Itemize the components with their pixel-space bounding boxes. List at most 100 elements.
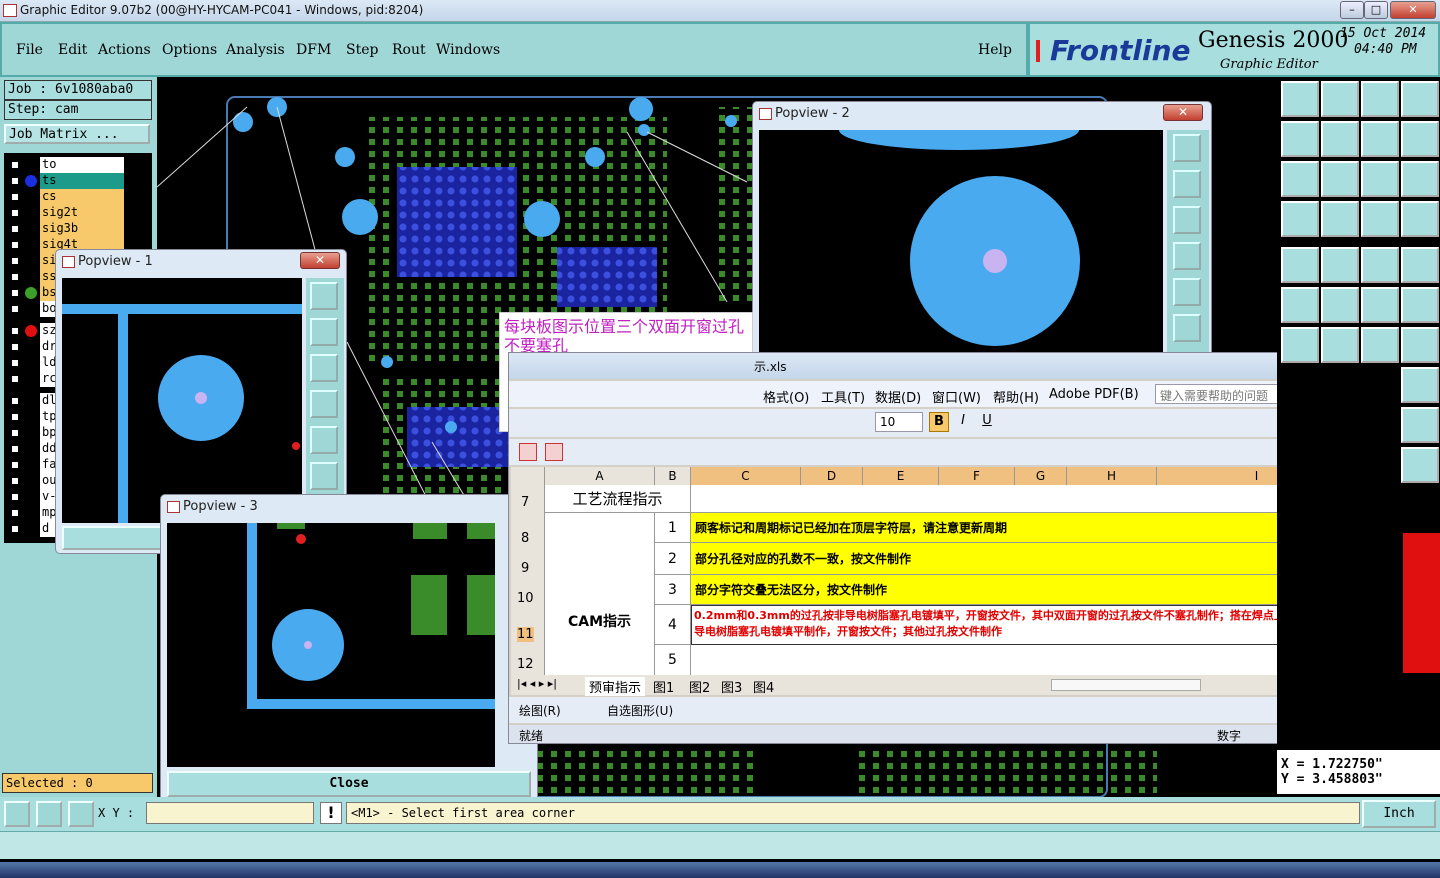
help-icon[interactable] <box>1401 161 1439 197</box>
layer-checkbox[interactable] <box>10 492 20 502</box>
excel-menu-help[interactable]: 帮助(H) <box>993 387 1039 406</box>
row-number[interactable]: 8 <box>521 531 529 546</box>
col-header-f[interactable]: F <box>939 467 1015 485</box>
sheet-tab-fig2[interactable]: 图2 <box>689 677 710 696</box>
layers-alt-icon[interactable] <box>1401 201 1439 237</box>
chart-icon[interactable] <box>1401 447 1439 483</box>
zoom-out-icon[interactable] <box>1321 81 1359 117</box>
layer-checkbox[interactable] <box>10 256 20 266</box>
layer-checkbox[interactable] <box>10 358 20 368</box>
table-row[interactable]: 顾客标记和周期标记已经加在顶层字符层，请注意更新周期 <box>691 513 1357 543</box>
sheet-tab-preview[interactable]: 预审指示 <box>585 677 646 696</box>
menu-dfm[interactable]: DFM <box>296 42 331 58</box>
maximize-button[interactable]: □ <box>1364 1 1388 19</box>
command-line[interactable] <box>0 831 1440 859</box>
xy-input[interactable] <box>146 802 314 824</box>
pan-right-icon[interactable] <box>1321 121 1359 157</box>
col-header-h[interactable]: H <box>1067 467 1157 485</box>
scale-icon[interactable] <box>1361 161 1399 197</box>
connect-icon[interactable] <box>1281 287 1319 323</box>
zoom-area-icon[interactable] <box>4 801 30 827</box>
col-header-d[interactable]: D <box>801 467 863 485</box>
menu-analysis[interactable]: Analysis <box>226 42 285 58</box>
row-number[interactable]: 12 <box>517 657 534 672</box>
menu-windows[interactable]: Windows <box>436 42 500 58</box>
pan-left-icon[interactable] <box>310 390 338 418</box>
point-icon[interactable] <box>1401 247 1439 283</box>
layer-checkbox[interactable] <box>10 524 20 534</box>
pan-left-icon[interactable] <box>1281 121 1319 157</box>
cell-index[interactable]: 2 <box>655 543 691 575</box>
measure-icon[interactable] <box>36 801 62 827</box>
layer-checkbox[interactable] <box>10 476 20 486</box>
minimize-button[interactable]: – <box>1340 1 1364 19</box>
center-icon[interactable] <box>1321 161 1359 197</box>
fit-icon[interactable] <box>1281 161 1319 197</box>
shape-icon[interactable] <box>1401 367 1439 403</box>
zoom-fit-icon[interactable] <box>1173 134 1201 162</box>
sheet-tab-fig4[interactable]: 图4 <box>753 677 774 696</box>
layer-row[interactable]: cs <box>8 189 124 205</box>
menu-edit[interactable]: Edit <box>58 42 87 58</box>
excel-menu-window[interactable]: 窗口(W) <box>932 387 981 406</box>
popview-2-close-icon[interactable]: ✕ <box>1163 104 1203 121</box>
horizontal-scrollbar[interactable] <box>1051 679 1201 691</box>
pdf-email-icon[interactable] <box>545 443 563 461</box>
layer-checkbox[interactable] <box>10 224 20 234</box>
undo-icon[interactable] <box>1361 121 1399 157</box>
cell-index[interactable]: 3 <box>655 575 691 605</box>
menu-help[interactable]: Help <box>978 42 1012 58</box>
pan-left-icon[interactable] <box>1173 242 1201 270</box>
popview-2-canvas[interactable] <box>759 130 1163 370</box>
layer-checkbox[interactable] <box>10 342 20 352</box>
excel-menu-adobe-pdf[interactable]: Adobe PDF(B) <box>1049 387 1139 402</box>
layer-checkbox[interactable] <box>10 460 20 470</box>
cell-index[interactable]: 1 <box>655 513 691 543</box>
layer-checkbox[interactable] <box>10 240 20 250</box>
col-header-a[interactable]: A <box>545 467 655 485</box>
sheet-nav-icon[interactable]: |◂ ◂ ▸ ▸| <box>517 677 557 690</box>
window-icon[interactable] <box>1401 81 1439 117</box>
layer-checkbox[interactable] <box>10 412 20 422</box>
layer-row[interactable]: sig2t <box>8 205 124 221</box>
zoom-home-icon[interactable] <box>1281 81 1319 117</box>
col-header-b[interactable]: B <box>655 467 691 485</box>
layer-checkbox[interactable] <box>10 288 20 298</box>
pan-right-icon[interactable] <box>1173 278 1201 306</box>
spreadsheet-grid[interactable]: A B C D E F G H I 7 8 9 10 11 12 工艺流程指示 … <box>511 467 1373 683</box>
edit-icon[interactable] <box>1321 327 1359 363</box>
table-row[interactable]: 部分字符交叠无法区分，按文件制作 <box>691 575 1357 605</box>
arrow-icon[interactable] <box>1401 287 1439 323</box>
row-number[interactable]: 7 <box>521 495 529 510</box>
autoshape-menu[interactable]: 自选图形(U) <box>607 702 673 719</box>
layer-checkbox[interactable] <box>10 508 20 518</box>
popview-1-canvas[interactable] <box>62 278 302 523</box>
layer-row[interactable]: sig3b <box>8 221 124 237</box>
sheet-tab-fig3[interactable]: 图3 <box>721 677 742 696</box>
pan-up-icon[interactable] <box>310 318 338 346</box>
measure-icon[interactable] <box>1281 201 1319 237</box>
snap-icon[interactable] <box>1281 247 1319 283</box>
col-header-c[interactable]: C <box>691 467 801 485</box>
exclamation-icon[interactable]: ! <box>320 802 342 824</box>
home-icon[interactable] <box>1361 81 1399 117</box>
zoom-icon[interactable] <box>1173 314 1201 342</box>
popview-3-canvas[interactable] <box>167 523 495 767</box>
italic-button[interactable]: I <box>953 412 973 432</box>
menu-actions[interactable]: Actions <box>98 42 151 58</box>
col-header-g[interactable]: G <box>1015 467 1067 485</box>
job-matrix-button[interactable]: Job Matrix ... <box>4 124 150 144</box>
arc-icon[interactable] <box>1361 327 1399 363</box>
layer-checkbox[interactable] <box>10 192 20 202</box>
ruler-alt-icon[interactable] <box>1401 407 1439 443</box>
sheet-tab-fig1[interactable]: 图1 <box>653 677 674 696</box>
ff-icon[interactable] <box>1401 327 1439 363</box>
layer-checkbox[interactable] <box>10 304 20 314</box>
cell-index[interactable]: 4 <box>655 605 691 645</box>
menu-options[interactable]: Options <box>162 42 217 58</box>
cross-icon[interactable] <box>1321 287 1359 323</box>
underline-button[interactable]: U <box>977 412 997 432</box>
pan-down-icon[interactable] <box>1173 206 1201 234</box>
layer-checkbox[interactable] <box>10 176 20 186</box>
layer-row[interactable]: to <box>8 157 124 173</box>
